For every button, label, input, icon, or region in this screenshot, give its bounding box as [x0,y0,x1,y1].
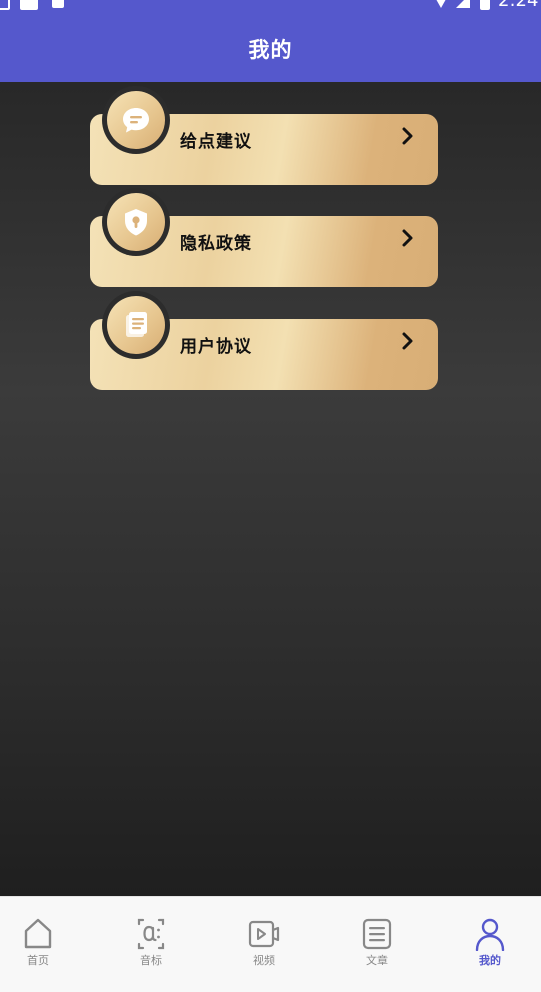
status-bar: 2:24 [0,0,541,14]
page-title: 我的 [248,38,293,62]
nav-label: 首页 [27,954,49,967]
menu-icon-badge [102,86,170,154]
menu-icon-badge [102,188,170,256]
article-icon [362,918,392,950]
battery-icon [480,0,490,10]
chevron-right-icon [402,127,413,145]
signal-icon [456,0,470,8]
chevron-right-icon [402,229,413,247]
menu-item-label: 隐私政策 [180,234,252,254]
menu-item-privacy-policy[interactable]: 隐私政策 [90,188,438,287]
shield-lock-icon [125,209,147,236]
nav-label: 视频 [253,954,275,967]
bottom-navigation: 首页 音标 视频 文章 我的 [0,896,541,992]
app-notification-icon [20,0,38,10]
menu-item-user-agreement[interactable]: 用户协议 [90,291,438,390]
menu-item-label: 给点建议 [180,132,252,152]
chevron-right-icon [402,332,413,350]
wifi-icon [432,0,450,8]
document-icon [126,312,147,337]
app-header: 我的 [0,14,541,82]
content-area: 给点建议 隐私政策 用户协议 [0,82,541,896]
video-icon [248,920,280,948]
profile-icon [475,918,505,951]
nav-tab-profile[interactable]: 我的 [450,917,530,968]
chat-bubble-icon [123,108,149,133]
menu-icon-badge [102,291,170,359]
nav-tab-phonetics[interactable]: 音标 [111,917,191,968]
nav-label: 音标 [140,954,162,967]
menu-item-label: 用户协议 [180,337,252,357]
home-icon [24,918,52,949]
nav-tab-video[interactable]: 视频 [224,917,304,968]
nav-tab-home[interactable]: 首页 [0,917,78,968]
phonetic-icon [137,918,165,950]
status-time: 2:24 [498,0,539,11]
menu-item-feedback[interactable]: 给点建议 [90,86,438,185]
nav-label: 我的 [479,954,501,967]
translate-notification-icon [52,0,64,8]
notification-icon [0,0,10,10]
nav-label: 文章 [366,954,388,967]
nav-tab-articles[interactable]: 文章 [337,917,417,968]
